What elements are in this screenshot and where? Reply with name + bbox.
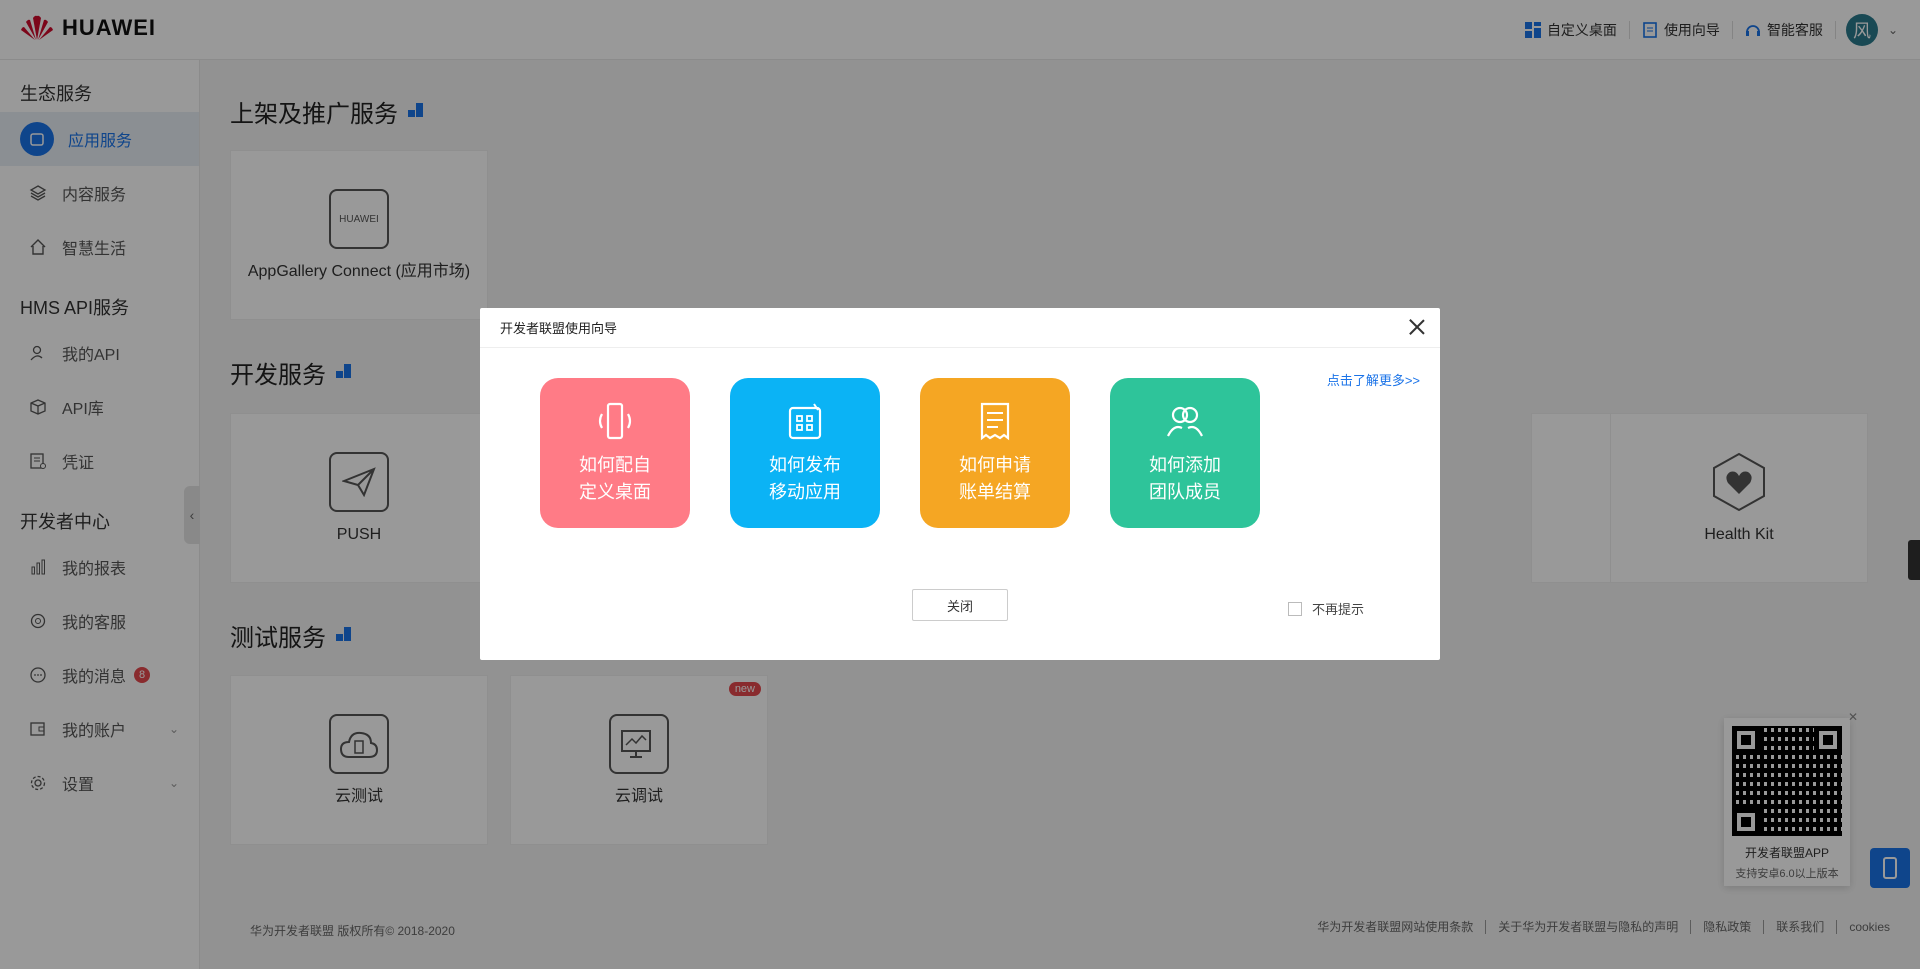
tile-line-2: 团队成员 bbox=[1149, 482, 1221, 502]
tile-line-2: 定义桌面 bbox=[579, 482, 651, 502]
dialog-title: 开发者联盟使用向导 bbox=[500, 321, 618, 336]
tile-line-2: 账单结算 bbox=[959, 482, 1031, 502]
dont-show-again-label: 不再提示 bbox=[1312, 602, 1365, 617]
dont-show-again[interactable]: 不再提示 bbox=[1288, 599, 1364, 618]
tile-line-2: 移动应用 bbox=[769, 482, 841, 502]
tile-line-1: 如何配自 bbox=[579, 455, 651, 475]
team-icon bbox=[1167, 406, 1203, 437]
dialog-header: 开发者联盟使用向导 bbox=[480, 308, 1440, 348]
tile-line-1: 如何申请 bbox=[959, 455, 1031, 475]
app-grid-icon bbox=[788, 403, 822, 440]
guide-tile-custom-desktop[interactable]: 如何配自 定义桌面 bbox=[540, 378, 690, 528]
close-button[interactable]: 关闭 bbox=[912, 589, 1008, 621]
receipt-icon bbox=[980, 402, 1010, 441]
dont-show-again-checkbox[interactable] bbox=[1288, 601, 1302, 616]
phone-vibrate-icon bbox=[598, 402, 632, 440]
usage-guide-dialog: 开发者联盟使用向导 点击了解更多>> 如何配自 定义桌面 如何发布 移动应用 如… bbox=[480, 308, 1440, 660]
learn-more-link[interactable]: 点击了解更多>> bbox=[1327, 370, 1420, 389]
guide-tile-billing[interactable]: 如何申请 账单结算 bbox=[920, 378, 1070, 528]
guide-tile-publish-app[interactable]: 如何发布 移动应用 bbox=[730, 378, 880, 528]
guide-tile-team-members[interactable]: 如何添加 团队成员 bbox=[1110, 378, 1260, 528]
tile-line-1: 如何发布 bbox=[769, 455, 841, 475]
tile-line-1: 如何添加 bbox=[1149, 455, 1221, 475]
close-icon[interactable] bbox=[1408, 318, 1426, 336]
